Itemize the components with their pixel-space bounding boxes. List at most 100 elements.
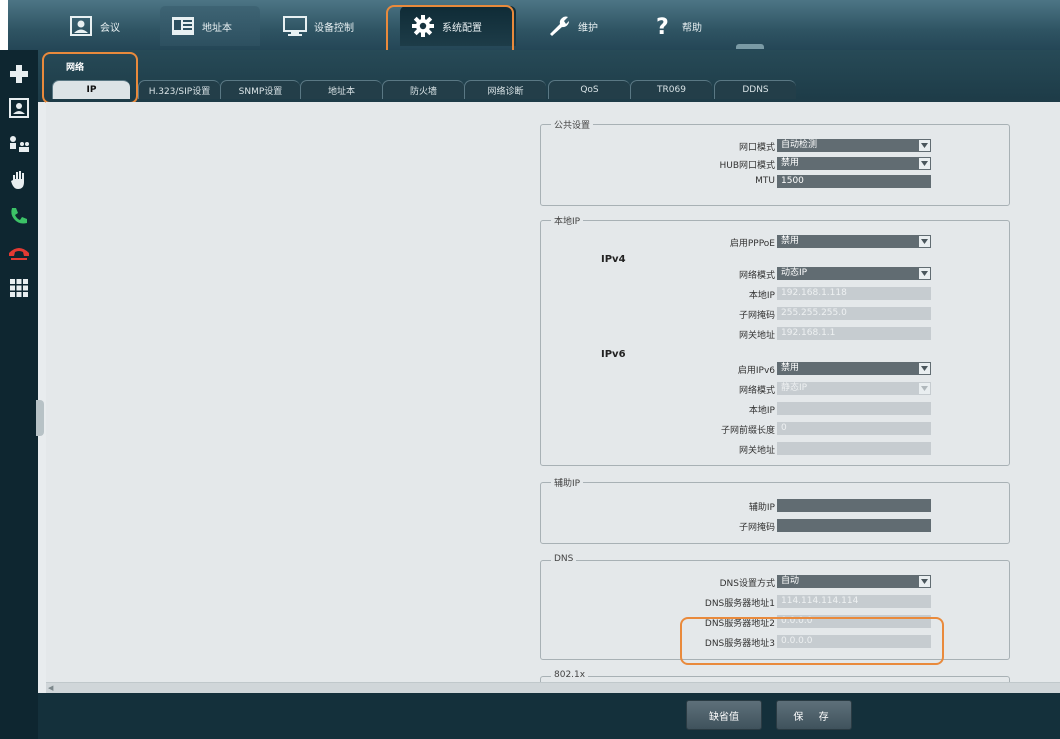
field-value: 192.168.1.118 [781, 288, 847, 298]
group-title: 本地IP [551, 214, 584, 227]
annotation-highlight-dns [680, 617, 944, 665]
tab-firewall[interactable]: 防火墙 [382, 80, 464, 99]
chevron-down-icon [921, 386, 928, 391]
tab-network-diagnosis[interactable]: 网络诊断 [464, 80, 546, 99]
row-ipv4-gateway: 网关地址 192.168.1.1 [541, 327, 1011, 341]
sub-navigation: 网络 IP H.323/SIP设置 SNMP设置 地址本 防火墙 网络诊断 Qo… [38, 50, 1060, 104]
group-title: 公共设置 [551, 118, 594, 131]
call-icon[interactable] [7, 204, 31, 228]
field-label: 辅助IP [748, 503, 775, 513]
plus-icon[interactable] [7, 62, 31, 86]
field-value: 192.168.1.1 [781, 328, 836, 338]
monitor-icon [282, 15, 308, 37]
nav-help[interactable]: ? 帮助 [640, 6, 730, 46]
nav-meeting-label: 会议 [100, 22, 120, 34]
ipv6-local-ip-input[interactable] [777, 402, 931, 415]
field-value: 114.114.114.114 [781, 596, 859, 606]
ipv4-network-mode-select[interactable]: 动态IP [777, 267, 931, 280]
contact-icon[interactable] [7, 96, 31, 120]
aux-ip-input[interactable] [777, 499, 931, 512]
restore-default-button[interactable]: 缺省值 [686, 700, 762, 730]
chevron-down-icon [921, 143, 928, 148]
aux-subnet-mask-input[interactable] [777, 519, 931, 532]
chevron-down-icon [921, 161, 928, 166]
ipv6-gateway-input[interactable] [777, 442, 931, 455]
hub-port-mode-select[interactable]: 禁用 [777, 157, 931, 170]
group-public-settings: 公共设置 网口模式 自动检测 HUB网口模式 禁用 MTU 1500 [540, 118, 1011, 206]
tab-snmp[interactable]: SNMP设置 [220, 80, 300, 99]
ipv4-subnet-mask-input[interactable]: 255.255.255.0 [777, 307, 931, 320]
row-ipv6-local-ip: 本地IP [541, 402, 1011, 416]
hand-icon[interactable] [7, 168, 31, 192]
nav-device-control[interactable]: 设备控制 [272, 6, 382, 46]
row-hub-port-mode: HUB网口模式 禁用 [541, 157, 1011, 171]
tab-tr069[interactable]: TR069 [630, 80, 712, 99]
annotation-highlight-network-ip [42, 52, 138, 104]
tab-ddns[interactable]: DDNS [714, 80, 796, 99]
ipv6-enable-select[interactable]: 禁用 [777, 362, 931, 375]
field-label: 本地IP [748, 291, 775, 301]
nav-address-book[interactable]: 地址本 [160, 6, 260, 46]
row-dns-server-1: DNS服务器地址1 114.114.114.114 [541, 595, 1011, 609]
wrench-icon [546, 15, 572, 37]
field-value: 自动检测 [781, 140, 818, 150]
row-dns-mode: DNS设置方式 自动 [541, 575, 1011, 589]
chevron-down-icon [921, 239, 928, 244]
nav-address-book-label: 地址本 [202, 22, 232, 34]
field-label: 网关地址 [738, 446, 775, 456]
chevron-down-icon [921, 271, 928, 276]
dns-server-1-input[interactable]: 114.114.114.114 [777, 595, 931, 608]
save-button[interactable]: 保 存 [776, 700, 852, 730]
row-aux-ip: 辅助IP [541, 499, 1011, 513]
port-mode-select[interactable]: 自动检测 [777, 139, 931, 152]
ipv6-prefix-length-input[interactable]: 0 [777, 422, 931, 435]
row-ipv4-network-mode: 网络模式 动态IP [541, 267, 1011, 281]
field-value: 禁用 [781, 236, 800, 246]
nav-meeting[interactable]: 会议 [60, 6, 150, 46]
field-value: 自动 [781, 576, 800, 586]
field-value: 255.255.255.0 [781, 308, 847, 318]
hangup-icon[interactable] [7, 240, 31, 264]
ipv4-gateway-input[interactable]: 192.168.1.1 [777, 327, 931, 340]
keypad-icon[interactable] [7, 276, 31, 300]
field-value: 0 [781, 423, 787, 433]
mtu-input[interactable]: 1500 [777, 175, 931, 188]
scroll-left-arrow-icon[interactable]: ◀ [48, 684, 56, 692]
chevron-down-icon [921, 366, 928, 371]
meeting-icon [68, 15, 94, 37]
row-ipv6-enable: 启用IPv6 禁用 [541, 362, 1011, 376]
nav-device-control-label: 设备控制 [314, 22, 354, 34]
top-navigation: 会议 地址本 设备控制 系统配置 维护 ? 帮助 [8, 0, 1060, 50]
tab-qos[interactable]: QoS [548, 80, 630, 99]
field-label: DNS设置方式 [719, 579, 775, 589]
chevron-down-icon [921, 579, 928, 584]
horizontal-scrollbar[interactable]: ◀ [46, 682, 1060, 693]
pppoe-select[interactable]: 禁用 [777, 235, 931, 248]
field-label: 启用IPv6 [737, 366, 775, 376]
field-value: 动态IP [781, 268, 808, 278]
tab-address-book[interactable]: 地址本 [300, 80, 382, 99]
group-title: DNS [551, 554, 577, 564]
ipv4-heading: IPv4 [601, 254, 626, 265]
nav-maintenance-label: 维护 [578, 22, 598, 34]
field-value: 禁用 [781, 363, 800, 373]
dns-mode-select[interactable]: 自动 [777, 575, 931, 588]
field-label: 本地IP [748, 406, 775, 416]
ipv4-local-ip-input[interactable]: 192.168.1.118 [777, 287, 931, 300]
tab-h323-sip[interactable]: H.323/SIP设置 [138, 80, 220, 99]
svg-text:?: ? [656, 15, 669, 38]
row-ipv4-local-ip: 本地IP 192.168.1.118 [541, 287, 1011, 301]
content-area: 网络 IP H.323/SIP设置 SNMP设置 地址本 防火墙 网络诊断 Qo… [38, 50, 1060, 739]
field-label: 子网掩码 [738, 311, 775, 321]
field-label: 启用PPPoE [729, 239, 775, 249]
ipv6-network-mode-select[interactable]: 静态IP [777, 382, 931, 395]
field-label: 网络模式 [738, 271, 775, 281]
nav-maintenance[interactable]: 维护 [536, 6, 626, 46]
row-aux-subnet-mask: 子网掩码 [541, 519, 1011, 533]
nav-drag-handle[interactable] [736, 44, 764, 49]
help-icon: ? [650, 15, 676, 38]
field-value: 禁用 [781, 158, 800, 168]
sidebar-collapse-handle[interactable] [36, 400, 44, 436]
conference-users-icon[interactable] [7, 132, 31, 156]
row-pppoe: 启用PPPoE 禁用 [541, 235, 1011, 249]
